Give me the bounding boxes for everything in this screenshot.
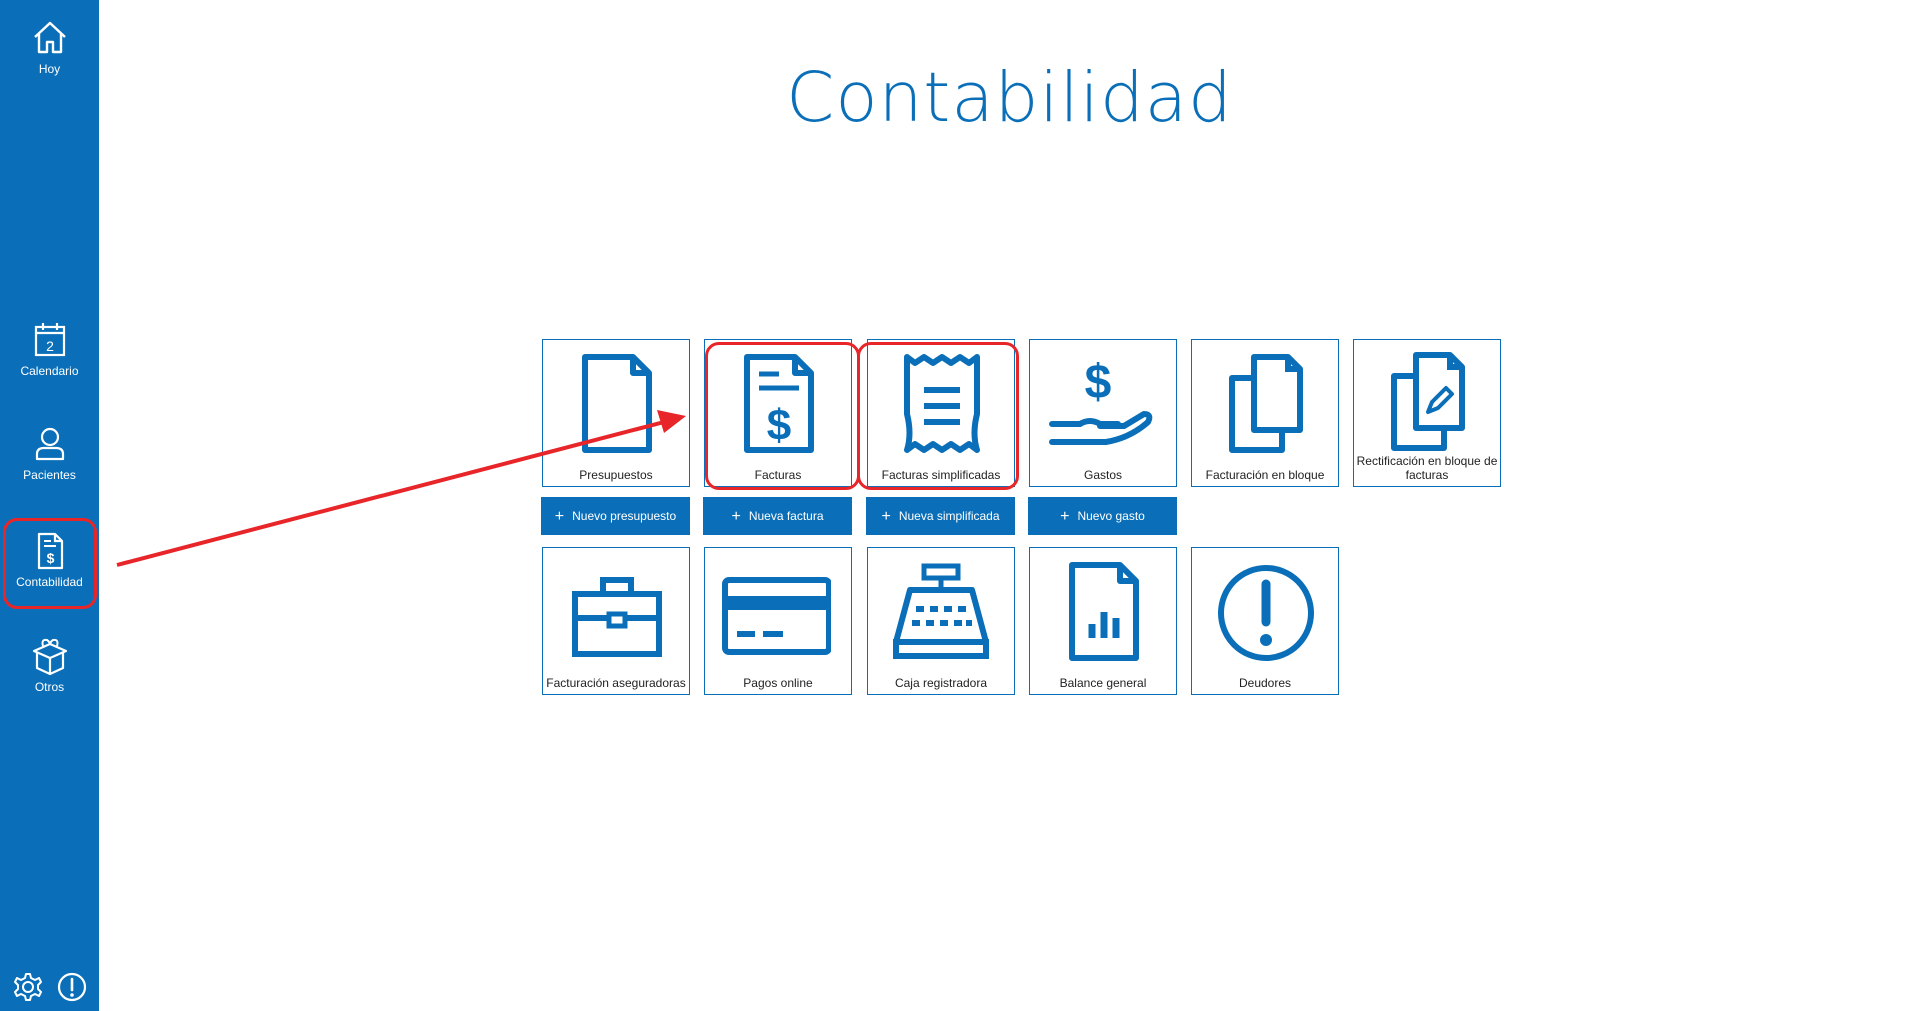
nueva-factura-button[interactable]: + Nueva factura — [703, 497, 852, 535]
nuevo-gasto-button[interactable]: + Nuevo gasto — [1028, 497, 1177, 535]
plus-icon: + — [1060, 508, 1070, 525]
tile-label: Facturación en bloque — [1205, 468, 1325, 482]
tile-label: Caja registradora — [894, 676, 988, 690]
tile-label: Balance general — [1059, 676, 1147, 690]
plus-icon: + — [881, 508, 891, 525]
tile-facturacion-en-bloque[interactable]: Facturación en bloque — [1191, 339, 1339, 487]
document-icon — [582, 354, 652, 453]
hand-dollar-icon: $ — [1049, 356, 1153, 445]
tile-rectificacion-en-bloque[interactable]: Rectificación en bloque de facturas — [1353, 339, 1501, 487]
tile-label: Gastos — [1083, 468, 1122, 482]
documents-edit-icon — [1391, 352, 1465, 451]
alert-circle-icon — [1218, 565, 1314, 661]
person-icon — [35, 427, 64, 461]
sidebar-item-label: Pacientes — [23, 468, 76, 482]
button-label: Nueva factura — [748, 509, 824, 523]
sidebar-item-pacientes[interactable]: Pacientes — [0, 424, 99, 482]
tile-label: Presupuestos — [579, 468, 653, 482]
tile-deudores[interactable]: Deudores — [1191, 547, 1339, 695]
button-label: Nuevo gasto — [1077, 509, 1145, 523]
svg-text:$: $ — [1085, 356, 1112, 409]
report-chart-icon — [1069, 562, 1139, 661]
page-title: Contabilidad — [786, 58, 1233, 138]
receipt-icon — [904, 354, 980, 453]
credit-card-icon — [722, 577, 831, 655]
sidebar-item-calendario[interactable]: 2 Calendario — [0, 320, 99, 378]
sidebar-item-label: Calendario — [20, 364, 79, 378]
tile-balance-general[interactable]: Balance general — [1029, 547, 1177, 695]
tile-label: Deudores — [1238, 676, 1292, 690]
tile-pagos-online[interactable]: Pagos online — [704, 547, 852, 695]
tile-facturas-simplificadas[interactable]: Facturas simplificadas — [867, 339, 1015, 487]
sidebar-item-label: Contabilidad — [16, 575, 83, 589]
button-label: Nueva simplificada — [898, 509, 1000, 523]
tile-facturas[interactable]: $ Facturas — [704, 339, 852, 487]
sidebar: Hoy 2 Calendario Pacientes $ Contabilida… — [0, 0, 99, 1011]
calendar-day: 2 — [46, 338, 54, 354]
nueva-simplificada-button[interactable]: + Nueva simplificada — [866, 497, 1015, 535]
invoice-dollar-icon: $ — [744, 354, 814, 453]
sidebar-item-label: Otros — [34, 680, 65, 694]
button-label: Nuevo presupuesto — [572, 509, 677, 523]
home-icon — [33, 21, 66, 54]
tile-caja-registradora[interactable]: Caja registradora — [867, 547, 1015, 695]
plus-icon: + — [554, 508, 565, 525]
svg-text:$: $ — [767, 401, 791, 450]
cash-register-icon — [893, 563, 989, 659]
tile-label: Pagos online — [743, 676, 813, 690]
calendar-icon: 2 — [34, 323, 65, 357]
tile-gastos[interactable]: $ Gastos — [1029, 339, 1177, 487]
nuevo-presupuesto-button[interactable]: + Nuevo presupuesto — [541, 497, 690, 535]
tile-facturacion-aseguradoras[interactable]: Facturación aseguradoras — [542, 547, 690, 695]
sidebar-item-contabilidad[interactable]: $ Contabilidad — [0, 531, 99, 589]
plus-icon: + — [731, 508, 741, 525]
tile-label: Facturas — [754, 468, 802, 482]
gift-box-icon — [32, 638, 67, 676]
alert-circle-icon[interactable] — [56, 971, 88, 1003]
tile-presupuestos[interactable]: Presupuestos — [542, 339, 690, 487]
documents-stack-icon — [1229, 354, 1303, 453]
gear-icon[interactable] — [12, 971, 44, 1003]
svg-text:$: $ — [46, 550, 54, 566]
tile-label: Facturas simplificadas — [881, 468, 1001, 482]
sidebar-item-otros[interactable]: Otros — [0, 636, 99, 694]
tile-label: Facturación aseguradoras — [546, 676, 686, 690]
invoice-dollar-icon: $ — [37, 532, 63, 570]
briefcase-icon — [572, 577, 662, 657]
tile-label: Rectificación en bloque de facturas — [1356, 454, 1498, 482]
